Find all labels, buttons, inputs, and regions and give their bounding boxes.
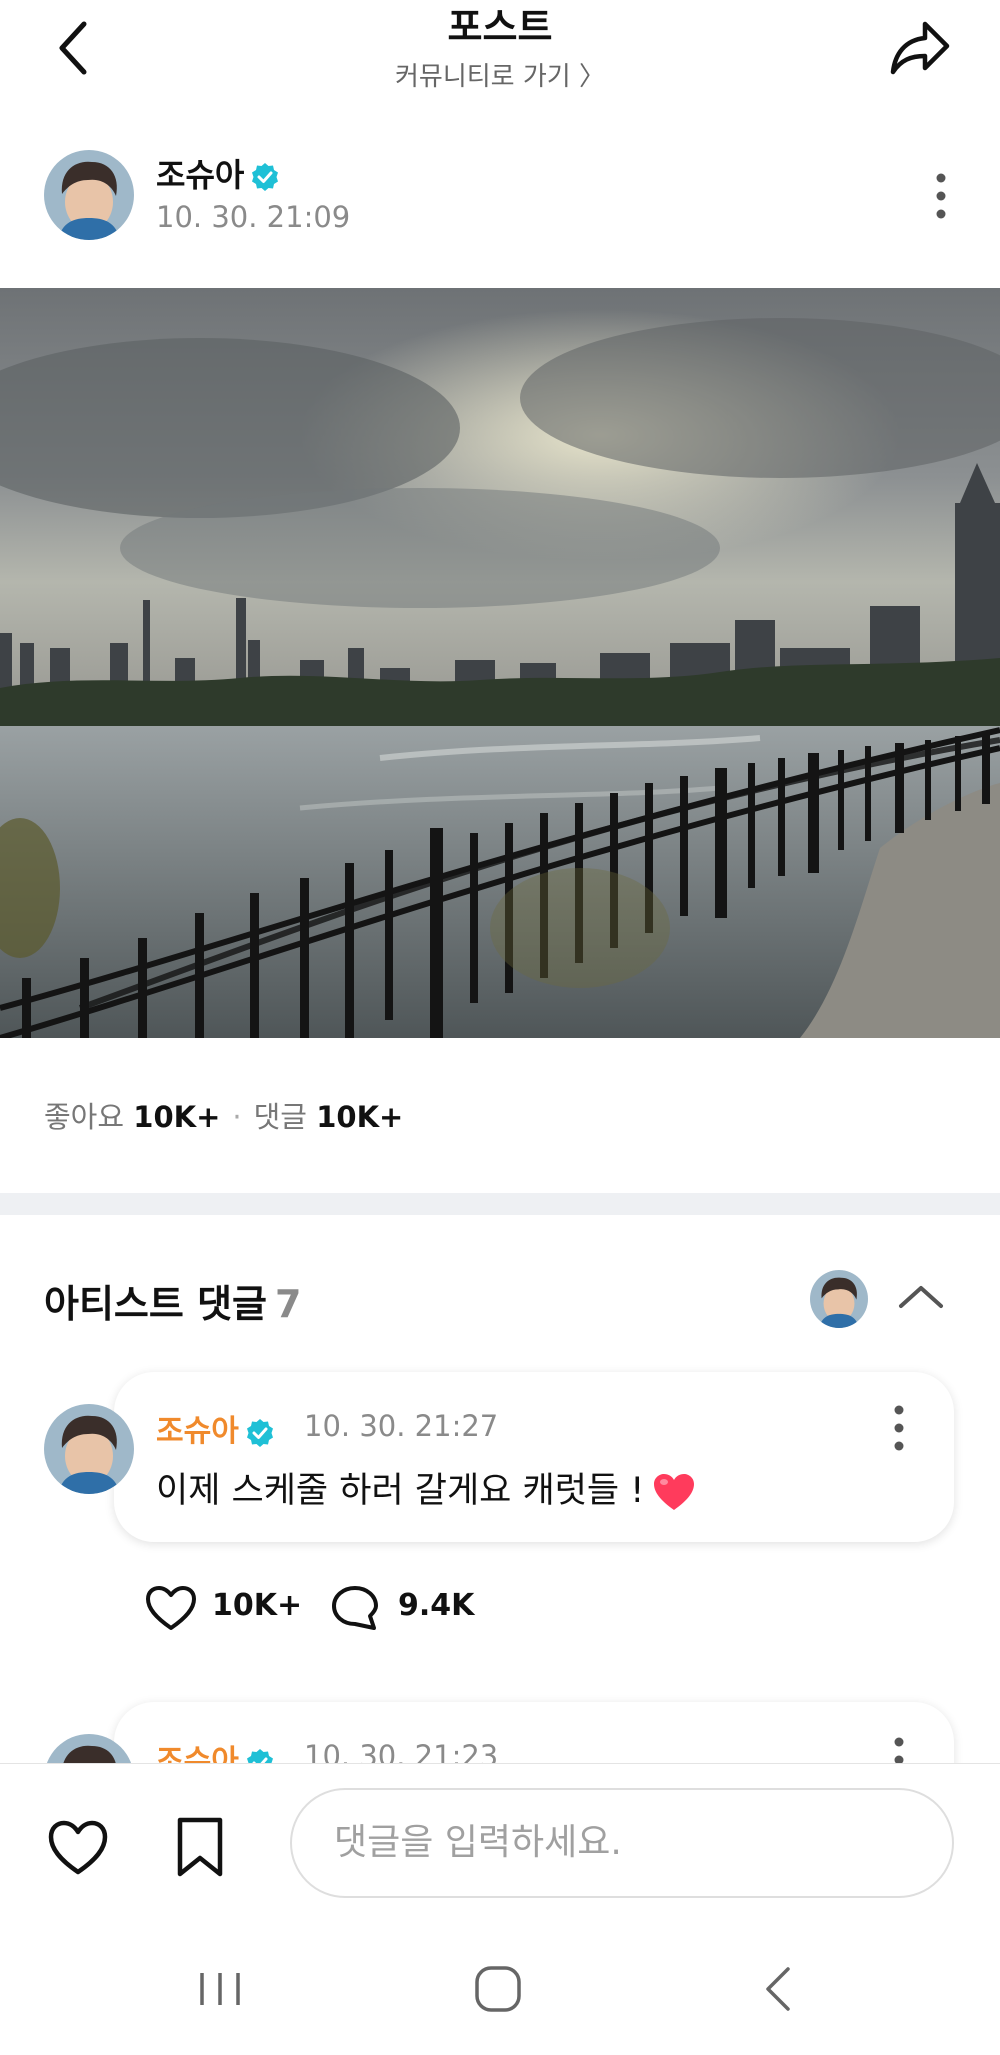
verified-badge-icon bbox=[246, 1418, 273, 1447]
recent-apps-icon bbox=[200, 1973, 240, 2005]
home-icon bbox=[475, 1966, 521, 2012]
more-vertical-icon bbox=[936, 173, 946, 219]
verified-badge-icon bbox=[252, 163, 279, 191]
home-button[interactable] bbox=[468, 1959, 528, 2019]
artist-comments-title-text: 아티스트 댓글 bbox=[44, 1282, 267, 1326]
comment-author-name-text: 조슈아 bbox=[156, 1414, 239, 1449]
comment-reply-button[interactable]: 9.4K bbox=[330, 1580, 490, 1636]
reply-bubble-icon bbox=[332, 1586, 378, 1630]
author-name-text: 조슈아 bbox=[156, 156, 245, 194]
more-vertical-icon bbox=[894, 1405, 904, 1451]
comment-input[interactable]: 댓글을 입력하세요. bbox=[290, 1788, 954, 1898]
comment-author-avatar[interactable] bbox=[44, 1404, 134, 1494]
likes-label: 좋아요 bbox=[44, 1100, 125, 1134]
comment-reply-count: 9.4K bbox=[398, 1588, 475, 1623]
comment-bubble bbox=[114, 1372, 954, 1542]
bookmark-icon bbox=[177, 1817, 223, 1877]
likes-count: 10K+ bbox=[133, 1100, 221, 1134]
bottom-input-bar: 댓글을 입력하세요. bbox=[0, 1763, 1000, 2055]
bookmark-button[interactable] bbox=[170, 1814, 230, 1880]
comment-author-name[interactable]: 조슈아 bbox=[156, 1406, 275, 1450]
collapse-button[interactable] bbox=[895, 1276, 947, 1316]
artist-comments-count: 7 bbox=[275, 1282, 302, 1326]
system-back-button[interactable] bbox=[750, 1959, 810, 2019]
comment-text: 이제 스케줄 하러 갈게요 캐럿들 ! bbox=[156, 1462, 696, 1513]
share-icon bbox=[890, 21, 950, 75]
share-button[interactable] bbox=[885, 14, 955, 80]
comment-like-button[interactable]: 10K+ bbox=[144, 1580, 304, 1636]
heart-emoji-icon bbox=[654, 1474, 695, 1510]
comments-label: 댓글 bbox=[253, 1100, 307, 1134]
post-more-button[interactable] bbox=[926, 166, 956, 226]
comment-more-button[interactable] bbox=[884, 1398, 914, 1458]
comment-timestamp: 10. 30. 21:27 bbox=[304, 1409, 499, 1443]
go-to-community-link[interactable]: 커뮤니티로 가기 〉 bbox=[0, 56, 1000, 93]
chevron-up-icon bbox=[899, 1286, 943, 1308]
post-stats: 좋아요 10K+ · 댓글 10K+ bbox=[44, 1094, 403, 1136]
comment-like-count: 10K+ bbox=[212, 1588, 303, 1623]
recent-apps-button[interactable] bbox=[190, 1959, 250, 2019]
author-avatar[interactable] bbox=[44, 150, 134, 240]
section-divider bbox=[0, 1193, 1000, 1215]
top-app-bar: 포스트 커뮤니티로 가기 〉 bbox=[0, 0, 1000, 120]
like-post-button[interactable] bbox=[46, 1818, 110, 1878]
page-title: 포스트 bbox=[447, 5, 553, 49]
stats-separator: · bbox=[232, 1100, 242, 1134]
system-nav-bar bbox=[0, 1929, 1000, 2055]
post-photo[interactable] bbox=[0, 288, 1000, 1038]
heart-outline-icon bbox=[48, 1820, 108, 1875]
nav-back-icon bbox=[766, 1967, 790, 2011]
artist-comments-title: 아티스트 댓글 7 bbox=[44, 1273, 301, 1328]
comments-count: 10K+ bbox=[316, 1100, 404, 1134]
heart-outline-icon bbox=[146, 1586, 196, 1630]
author-name[interactable]: 조슈아 bbox=[156, 150, 280, 196]
comment-text-content: 이제 스케줄 하러 갈게요 캐럿들 ! bbox=[156, 1471, 645, 1511]
artist-avatar-small[interactable] bbox=[810, 1270, 868, 1328]
post-timestamp: 10. 30. 21:09 bbox=[156, 200, 351, 234]
